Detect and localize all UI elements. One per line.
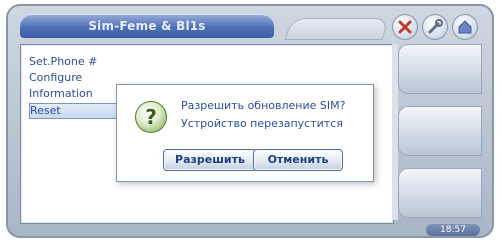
dialog-message-line2: Устройство перезапустится <box>181 117 343 130</box>
tools-icon[interactable] <box>422 14 448 40</box>
softkey-3[interactable] <box>398 168 482 218</box>
window-title: Sim-Feme & Bl1s <box>88 19 206 33</box>
softkey-1[interactable] <box>398 44 482 94</box>
menu-item-configure[interactable]: Configure <box>29 71 179 85</box>
softkey-panel <box>398 44 482 220</box>
menu-item-set-phone[interactable]: Set.Phone # <box>29 55 179 69</box>
allow-button[interactable]: Разрешить <box>163 149 257 171</box>
softkey-2[interactable] <box>398 106 482 156</box>
question-icon: ? <box>135 101 167 133</box>
confirm-dialog: ? Разрешить обновление SIM? Устройство п… <box>116 84 374 182</box>
top-tab[interactable] <box>284 18 390 40</box>
window-title-bar: Sim-Feme & Bl1s <box>20 14 274 38</box>
dialog-message-line1: Разрешить обновление SIM? <box>181 99 346 112</box>
cancel-button[interactable]: Отменить <box>253 149 343 171</box>
status-clock: 18:57 <box>426 224 480 236</box>
home-icon[interactable] <box>452 14 478 40</box>
close-icon[interactable] <box>392 14 418 40</box>
